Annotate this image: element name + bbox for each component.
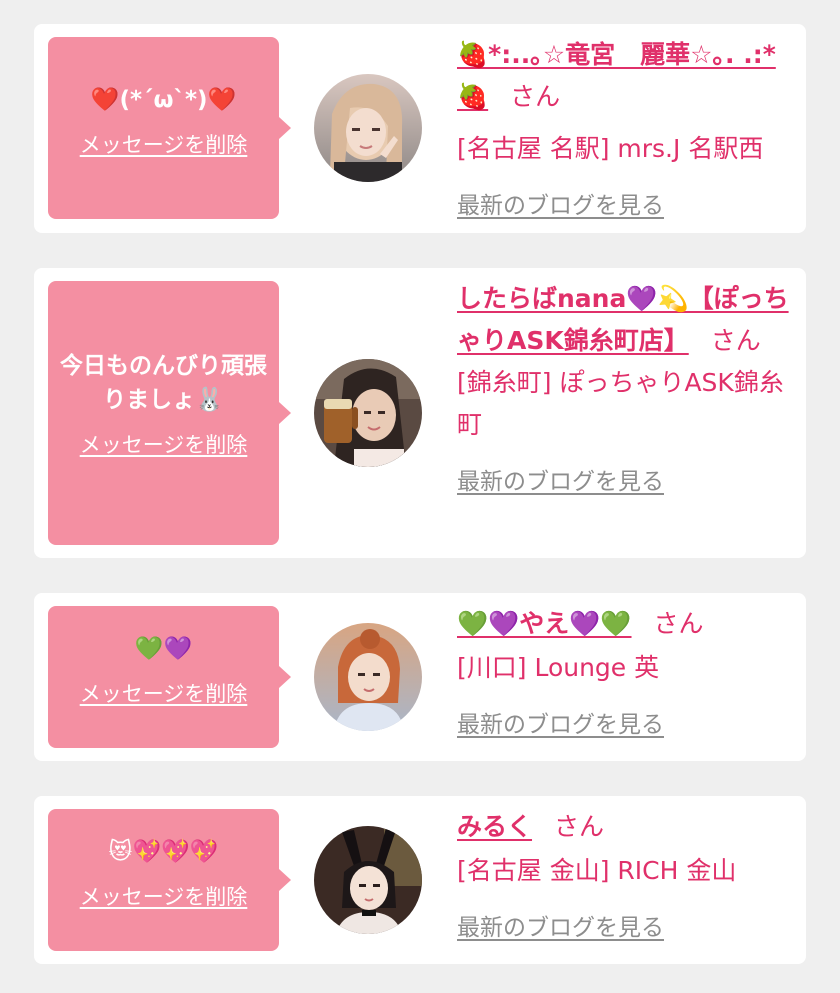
avatar[interactable] <box>314 359 422 467</box>
profile-info: みるく さん [名古屋 金山] RICH 金山 最新のブログを見る <box>457 806 797 942</box>
favorites-list: ❤️(*´ω`*)❤️ メッセージを削除 🍓*:..｡☆竜宮 麗華☆｡. .:*… <box>0 0 840 993</box>
avatar[interactable] <box>314 74 422 182</box>
delete-message-link[interactable]: メッセージを削除 <box>80 429 248 459</box>
profile-info: 🍓*:..｡☆竜宮 麗華☆｡. .:*🍓 さん [名古屋 名駅] mrs.J 名駅… <box>457 34 797 220</box>
message-text: 今日ものんびり頑張りましょ🐰 <box>60 353 267 413</box>
name-line: したらばnana💜💫【ぽっちゃりASK錦糸町店】 さん <box>457 278 797 362</box>
message-bubble: 😻💖💖💖 メッセージを削除 <box>48 809 291 951</box>
message-bubble: 💚💜 メッセージを削除 <box>48 606 291 748</box>
honorific-label: さん <box>710 326 761 355</box>
cast-name-link[interactable]: みるく <box>457 812 532 841</box>
honorific-label: さん <box>554 812 605 841</box>
list-item: 今日ものんびり頑張りましょ🐰 メッセージを削除 したらばnana💜💫【ぽっちゃり… <box>34 268 806 558</box>
shop-label: [名古屋 名駅] mrs.J 名駅西 <box>457 134 764 163</box>
list-item: 💚💜 メッセージを削除 💚💜やえ💜💚 さん [川口] Lounge 英 最新のブ… <box>34 593 806 761</box>
latest-blog-link[interactable]: 最新のブログを見る <box>457 462 664 496</box>
shop-label: [名古屋 金山] RICH 金山 <box>457 856 737 885</box>
message-bubble: ❤️(*´ω`*)❤️ メッセージを削除 <box>48 37 291 219</box>
shop-label: [錦糸町] ぽっちゃりASK錦糸町 <box>457 368 784 439</box>
message-text: 💚💜 <box>134 636 193 662</box>
latest-blog-link[interactable]: 最新のブログを見る <box>457 186 664 220</box>
name-line: 💚💜やえ💜💚 さん <box>457 603 797 645</box>
delete-message-link[interactable]: メッセージを削除 <box>80 881 248 911</box>
profile-info: 💚💜やえ💜💚 さん [川口] Lounge 英 最新のブログを見る <box>457 603 797 739</box>
message-bubble: 今日ものんびり頑張りましょ🐰 メッセージを削除 <box>48 281 291 545</box>
honorific-label: さん <box>653 609 704 638</box>
name-line: みるく さん <box>457 806 797 848</box>
shop-label: [川口] Lounge 英 <box>457 653 660 682</box>
message-text: ❤️(*´ω`*)❤️ <box>90 87 237 113</box>
list-item: 😻💖💖💖 メッセージを削除 みるく さん [名古屋 金山] RICH 金山 最新… <box>34 796 806 964</box>
latest-blog-link[interactable]: 最新のブログを見る <box>457 705 664 739</box>
avatar[interactable] <box>314 826 422 934</box>
avatar[interactable] <box>314 623 422 731</box>
cast-name-link[interactable]: 🍓*:..｡☆竜宮 麗華☆｡. .:*🍓 <box>457 40 776 111</box>
delete-message-link[interactable]: メッセージを削除 <box>80 678 248 708</box>
delete-message-link[interactable]: メッセージを削除 <box>80 129 248 159</box>
message-text: 😻💖💖💖 <box>108 839 219 865</box>
honorific-label: さん <box>510 82 561 111</box>
cast-name-link[interactable]: 💚💜やえ💜💚 <box>457 609 632 638</box>
profile-info: したらばnana💜💫【ぽっちゃりASK錦糸町店】 さん [錦糸町] ぽっちゃりAS… <box>457 278 797 496</box>
name-line: 🍓*:..｡☆竜宮 麗華☆｡. .:*🍓 さん <box>457 34 797 118</box>
latest-blog-link[interactable]: 最新のブログを見る <box>457 908 664 942</box>
list-item: ❤️(*´ω`*)❤️ メッセージを削除 🍓*:..｡☆竜宮 麗華☆｡. .:*… <box>34 24 806 233</box>
